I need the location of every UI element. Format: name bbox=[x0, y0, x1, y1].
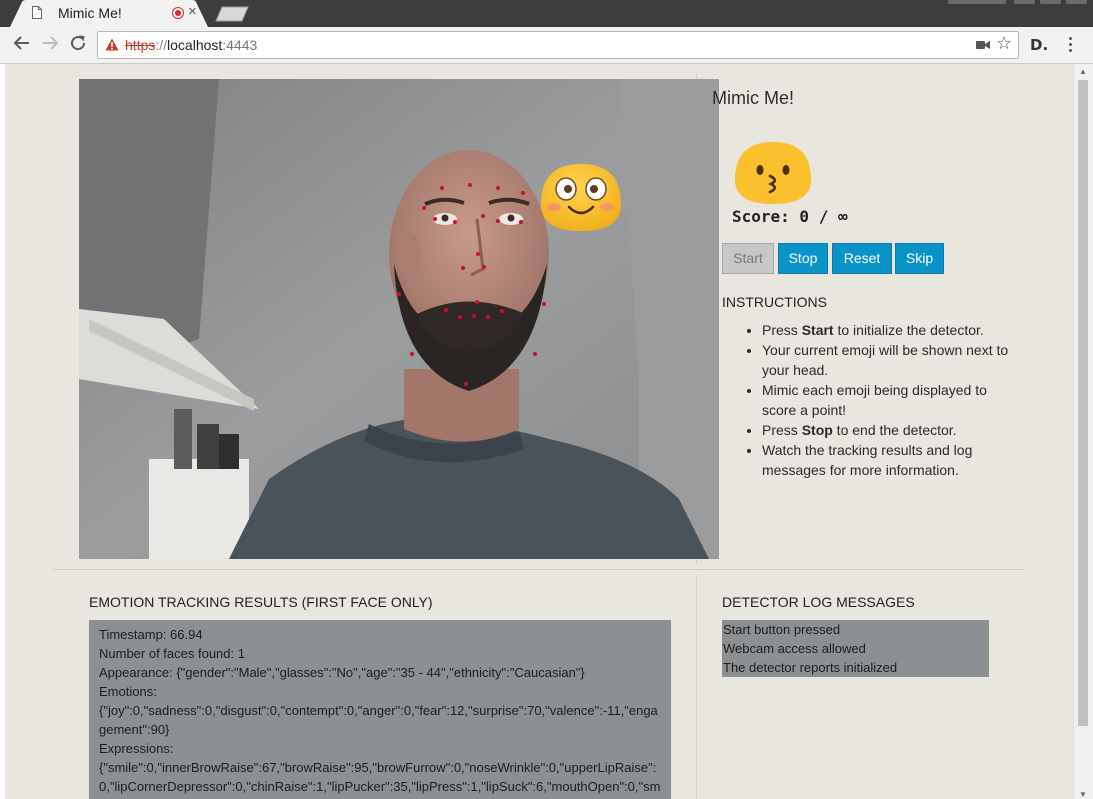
start-button[interactable]: Start bbox=[722, 243, 774, 274]
stop-button[interactable]: Stop bbox=[778, 243, 828, 274]
scroll-down-icon[interactable]: ▼ bbox=[1079, 790, 1087, 799]
back-icon[interactable] bbox=[13, 34, 31, 52]
results-panel: Timestamp: 66.94 Number of faces found: … bbox=[89, 620, 671, 799]
target-emoji-icon bbox=[735, 142, 811, 204]
instructions-heading: INSTRUCTIONS bbox=[722, 294, 827, 310]
instruction-item: Press Start to initialize the detector. bbox=[762, 320, 1017, 340]
skip-button[interactable]: Skip bbox=[895, 243, 944, 274]
bookmark-star-icon[interactable]: ☆ bbox=[996, 33, 1012, 54]
window-control-maximize[interactable] bbox=[1040, 0, 1061, 4]
url-host: localhost bbox=[167, 37, 223, 53]
url-port: :4443 bbox=[222, 37, 258, 53]
tab-title: Mimic Me! bbox=[58, 5, 122, 21]
instructions-list: Press Start to initialize the detector. … bbox=[743, 320, 1017, 480]
webcam-feed bbox=[79, 79, 719, 559]
page-viewport: Mimic Me! Score: 0 / ∞ Start Stop Reset … bbox=[5, 64, 1073, 799]
new-tab-button[interactable] bbox=[214, 6, 250, 22]
address-bar[interactable]: https://localhost:4443 ☆ bbox=[97, 31, 1019, 59]
url-separator: :// bbox=[155, 37, 168, 53]
results-line: Appearance: {"gender":"Male","glasses":"… bbox=[99, 665, 585, 680]
browser-tab-bar: Mimic Me! × bbox=[0, 0, 1093, 27]
scrollbar-thumb[interactable] bbox=[1078, 80, 1088, 726]
forward-icon[interactable] bbox=[41, 34, 59, 52]
section-divider bbox=[53, 569, 1024, 570]
scroll-up-icon[interactable]: ▲ bbox=[1079, 67, 1087, 76]
instruction-item: Watch the tracking results and log messa… bbox=[762, 440, 1017, 480]
page-title: Mimic Me! bbox=[712, 88, 794, 108]
log-heading: DETECTOR LOG MESSAGES bbox=[722, 594, 915, 610]
score-display: Score: 0 / ∞ bbox=[732, 207, 848, 226]
results-heading: EMOTION TRACKING RESULTS (FIRST FACE ONL… bbox=[89, 594, 433, 610]
tab-close-icon[interactable]: × bbox=[188, 3, 197, 20]
browser-tab[interactable]: Mimic Me! × bbox=[10, 0, 208, 27]
url-text: https://localhost:4443 bbox=[125, 37, 257, 53]
security-warning-icon[interactable] bbox=[105, 38, 119, 51]
url-protocol: https bbox=[125, 37, 156, 53]
results-line: Emotions: bbox=[99, 684, 157, 699]
reload-icon[interactable] bbox=[69, 34, 87, 52]
instruction-item: Your current emoji will be shown next to… bbox=[762, 340, 1017, 380]
camera-in-use-icon[interactable] bbox=[976, 40, 990, 50]
window-control-restore[interactable] bbox=[1014, 0, 1035, 4]
instruction-item: Mimic each emoji being displayed to scor… bbox=[762, 380, 1017, 420]
log-panel: Start button pressed Webcam access allow… bbox=[722, 620, 989, 677]
results-line: {"joy":0,"sadness":0,"disgust":0,"contem… bbox=[99, 703, 658, 737]
detected-emoji-icon bbox=[541, 164, 621, 231]
results-line: Number of faces found: 1 bbox=[99, 646, 245, 661]
results-line: {"smile":0,"innerBrowRaise":67,"browRais… bbox=[99, 760, 661, 794]
window-control-close[interactable] bbox=[1066, 0, 1087, 4]
results-line: Expressions: bbox=[99, 741, 174, 756]
instruction-item: Press Stop to end the detector. bbox=[762, 420, 1017, 440]
log-line: Start button pressed bbox=[723, 622, 841, 637]
browser-toolbar: https://localhost:4443 ☆ D. bbox=[0, 27, 1093, 64]
browser-menu-icon[interactable] bbox=[1066, 34, 1074, 55]
log-line: The detector reports initialized bbox=[723, 660, 898, 675]
window-control-minimize[interactable] bbox=[948, 0, 1006, 4]
reset-button[interactable]: Reset bbox=[832, 243, 892, 274]
recording-indicator-icon bbox=[172, 7, 184, 19]
webcam-image bbox=[79, 79, 719, 559]
extension-icon[interactable]: D. bbox=[1030, 36, 1048, 54]
log-line: Webcam access allowed bbox=[723, 641, 866, 656]
page-scrollbar[interactable]: ▲ ▼ bbox=[1073, 64, 1093, 799]
column-divider-bottom bbox=[696, 575, 697, 799]
results-line: Timestamp: 66.94 bbox=[99, 627, 203, 642]
page-icon bbox=[32, 6, 42, 19]
